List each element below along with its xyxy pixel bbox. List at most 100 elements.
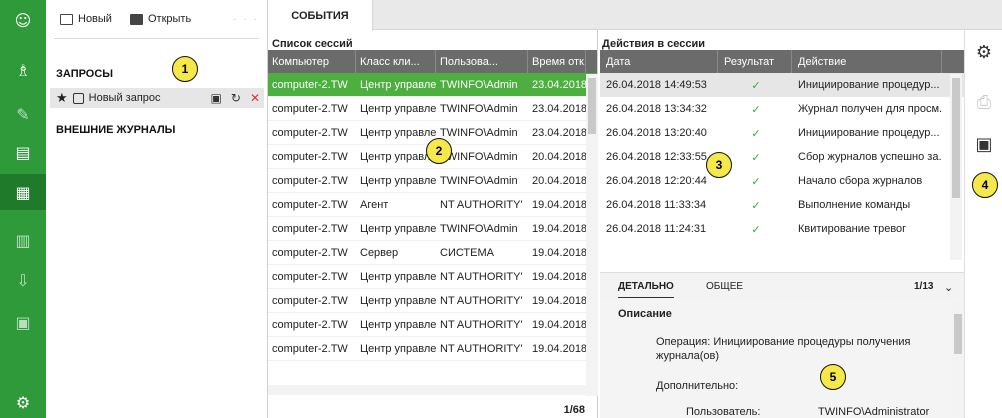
open-button-label: Открыть <box>147 13 192 25</box>
table-cell: computer-2.TW <box>272 271 348 283</box>
table-row[interactable]: computer-2.TW Центр управле NT AUTHORITY' 1… <box>268 289 597 313</box>
new-request-item[interactable]: ★ Новый запрос ▣ ↻ ✕ <box>50 88 264 108</box>
table-row[interactable]: computer-2.TW Центр управле TWINFO\Admin 19… <box>268 217 597 241</box>
table-cell: Центр управле <box>360 103 436 115</box>
sessions-scrollbar[interactable] <box>586 74 598 396</box>
details-scrollbar[interactable] <box>952 302 964 416</box>
table-cell: Квитирование тревог <box>798 223 907 235</box>
actions-header: Дата Результат Действие <box>600 50 964 73</box>
sessions-hscrollbar[interactable] <box>268 385 586 395</box>
table-cell: computer-2.TW <box>272 151 348 163</box>
refresh-icon[interactable]: ↻ <box>231 91 241 105</box>
table-cell: Инициирование процедур... <box>798 79 940 91</box>
details-tabbar: ДЕТАЛЬНО ОБЩЕЕ 1/13 ⌄ <box>600 272 964 299</box>
scroll-thumb[interactable] <box>588 78 596 134</box>
table-cell: 19.04.2018 <box>532 247 586 259</box>
tab-events[interactable]: СОБЫТИЯ <box>268 0 373 31</box>
table-row[interactable]: computer-2.TW Центр управле NT AUTHORITY' 1… <box>268 337 597 361</box>
table-row[interactable]: computer-2.TW Агент NT AUTHORITY' 19.04.201… <box>268 193 597 217</box>
scroll-thumb[interactable] <box>954 314 962 354</box>
scroll-thumb[interactable] <box>952 78 960 198</box>
tab-general[interactable]: ОБЩЕЕ <box>706 273 743 299</box>
report-icon[interactable]: ▣ <box>0 304 46 340</box>
table-cell: TWINFO\Admin <box>440 175 518 187</box>
table-row[interactable]: 26.04.2018 11:33:34 ✓ Выполнение команды <box>600 193 964 217</box>
database-icon <box>72 92 84 104</box>
details-count: 1/13 <box>914 281 934 292</box>
user-group-icon[interactable]: ♗ <box>0 52 46 88</box>
table-row[interactable]: 26.04.2018 13:20:40 ✓ Инициирование процед… <box>600 121 964 145</box>
table-row[interactable]: 26.04.2018 11:24:31 ✓ Квитирование тревог <box>600 217 964 241</box>
star-icon[interactable]: ★ <box>56 91 68 106</box>
requests-icon[interactable]: ▦ <box>0 174 46 210</box>
table-cell: Центр управле <box>360 175 436 187</box>
user-icon[interactable]: ☺ <box>0 2 46 38</box>
save-icon[interactable]: ▣ <box>965 134 1002 155</box>
table-cell: Выполнение команды <box>798 199 911 211</box>
settings-icon[interactable]: ⚙ <box>965 42 1002 63</box>
table-cell: computer-2.TW <box>272 175 348 187</box>
sessions-column-header[interactable]: Пользова... <box>436 50 528 73</box>
callout-2: 2 <box>426 138 452 164</box>
chevron-down-icon[interactable]: ⌄ <box>944 273 953 299</box>
table-cell: computer-2.TW <box>272 103 348 115</box>
download-icon[interactable]: ⇩ <box>0 262 46 298</box>
table-row[interactable]: 26.04.2018 12:20:44 ✓ Начало сбора журнало… <box>600 169 964 193</box>
sessions-title: Список сессий <box>272 38 353 50</box>
table-cell: computer-2.TW <box>272 343 348 355</box>
requests-section-title: ЗАПРОСЫ <box>56 68 114 80</box>
table-cell: 23.04.2018 <box>532 79 586 91</box>
table-cell: Инициирование процедур... <box>798 127 940 139</box>
new-button-label: Новый <box>78 13 112 25</box>
details-pane: Описание Операция: Инициирование процеду… <box>600 298 964 418</box>
table-row[interactable]: computer-2.TW Центр управле TWINFO\Admin 23… <box>268 97 597 121</box>
table-cell: 26.04.2018 12:33:55 <box>606 151 707 163</box>
table-cell: NT AUTHORITY' <box>440 199 523 211</box>
table-row[interactable]: 26.04.2018 12:33:55 ✓ Сбор журналов успешн… <box>600 145 964 169</box>
actions-column-header[interactable]: Результат <box>718 50 792 73</box>
close-icon[interactable]: ✕ <box>250 91 260 105</box>
right-toolbar: ⚙ ⎙ ▣ <box>964 30 1002 418</box>
divider <box>54 38 259 39</box>
requests-panel: Новый Открыть · · · ЗАПРОСЫ ★ Новый запр… <box>46 0 268 418</box>
table-row[interactable]: 26.04.2018 14:49:53 ✓ Инициирование процед… <box>600 73 964 97</box>
table-cell: computer-2.TW <box>272 295 348 307</box>
table-cell: Начало сбора журналов <box>798 175 923 187</box>
table-row[interactable]: computer-2.TW Центр управле NT AUTHORITY' 1… <box>268 265 597 289</box>
callout-4: 4 <box>972 172 998 198</box>
table-cell: computer-2.TW <box>272 127 348 139</box>
sessions-column-header[interactable]: Класс кли... <box>356 50 436 73</box>
table-row[interactable]: computer-2.TW Центр управле TWINFO\Admin 20… <box>268 169 597 193</box>
tab-bar: СОБЫТИЯ <box>268 0 1002 31</box>
save-icon[interactable]: ▣ <box>211 91 222 105</box>
table-row[interactable]: computer-2.TW Сервер СИСТЕМА 19.04.2018 <box>268 241 597 265</box>
settings-icon[interactable]: ⚙ <box>0 384 46 418</box>
sessions-count: 1/68 <box>563 404 585 416</box>
open-button[interactable]: Открыть <box>129 13 192 25</box>
new-button[interactable]: Новый <box>60 13 112 25</box>
print-icon[interactable]: ⎙ <box>965 92 1002 113</box>
table-row[interactable]: computer-2.TW Центр управле TWINFO\Admin 23… <box>268 73 597 97</box>
table-cell: 26.04.2018 11:24:31 <box>606 223 707 235</box>
actions-scrollbar[interactable] <box>950 74 962 260</box>
journal-icon[interactable]: ▤ <box>0 134 46 170</box>
table-cell: Сервер <box>360 247 399 259</box>
actions-body: 26.04.2018 14:49:53 ✓ Инициирование процед… <box>598 73 964 241</box>
external-logs-title: ВНЕШНИЕ ЖУРНАЛЫ <box>56 124 176 136</box>
actions-column-header[interactable]: Действие <box>792 50 942 73</box>
table-cell: Центр управле <box>360 79 436 91</box>
actions-title: Действия в сессии <box>602 38 706 50</box>
sessions-column-header[interactable]: Время отк... <box>528 50 586 73</box>
more-icon[interactable]: · · · <box>233 14 259 25</box>
table-row[interactable]: computer-2.TW Центр управле NT AUTHORITY' 1… <box>268 313 597 337</box>
table-cell: 20.04.2018 <box>532 175 586 187</box>
puzzle-icon[interactable]: ✎ <box>0 96 46 132</box>
table-cell: Центр управле <box>360 151 436 163</box>
table-row[interactable]: 26.04.2018 13:34:32 ✓ Журнал получен для п… <box>600 97 964 121</box>
additional-label: Дополнительно: <box>656 380 739 392</box>
calendar-icon[interactable]: ▥ <box>0 222 46 258</box>
check-icon: ✓ <box>751 223 761 236</box>
tab-detail[interactable]: ДЕТАЛЬНО <box>618 273 674 299</box>
sessions-column-header[interactable]: Компьютер <box>268 50 356 73</box>
actions-column-header[interactable]: Дата <box>600 50 718 73</box>
